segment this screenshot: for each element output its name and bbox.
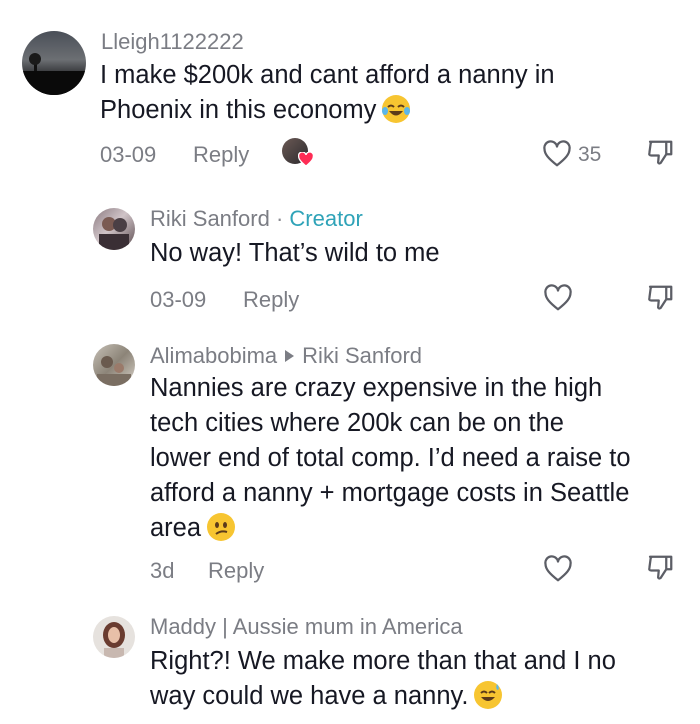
comment-text-line: afford a nanny + mortgage costs in Seatt… [150,479,630,507]
username[interactable]: Alimabobima [150,343,277,368]
username[interactable]: Maddy | Aussie mum in America [150,614,463,640]
comment-text-line: way could we have a nanny. [150,682,469,710]
like-count: 35 [578,143,602,166]
comment-text-line-with-emoji: way could we have a nanny. [150,679,690,714]
comment-text-line: tech cities where 200k can be on the [150,409,564,437]
comment-text-line-with-emoji: Phoenix in this economy [100,93,660,128]
reply-to-username[interactable]: Riki Sanford [302,343,422,368]
comment-text-line: Right?! We make more than that and I no [150,647,616,675]
comment-text-line: lower end of total comp. I’d need a rais… [150,444,631,472]
avatar[interactable] [93,616,135,658]
avatar-photo-icon [97,356,131,386]
reply-button[interactable]: Reply [193,142,249,168]
comment-text-line-with-emoji: area [150,511,690,546]
confused-face-emoji-icon [207,513,236,541]
comment-text-line: Nannies are crazy expensive in the high [150,374,603,402]
tears-of-joy-emoji-icon [382,95,411,123]
comment-date: 03-09 [100,142,157,167]
creator-liked-avatar [282,138,314,170]
username-row: Alimabobima Riki Sanford [150,343,422,369]
reply-arrow-icon [285,350,295,363]
like-heart-icon[interactable] [543,555,573,583]
like-heart-icon[interactable] [542,140,572,168]
username[interactable]: Lleigh1122222 [101,29,244,55]
username-row: Riki Sanford · Creator [150,206,363,232]
comment-date: 03-09 [150,287,207,312]
avatar[interactable] [22,31,86,95]
avatar-landscape-icon [22,53,86,95]
separator: · [275,206,284,231]
heart-filled-icon [298,152,314,167]
comment-text-line: area [150,514,202,542]
dislike-icon[interactable] [645,553,675,583]
comment-text-line: Phoenix in this economy [100,96,377,124]
avatar[interactable] [93,344,135,386]
comment-text: I make $200k and cant afford a nanny in … [100,58,660,128]
like-heart-icon[interactable] [543,284,573,312]
reply-button[interactable]: Reply [208,558,264,584]
avatar[interactable] [93,208,135,250]
comment-text: Nannies are crazy expensive in the high … [150,371,690,546]
grinning-sweat-emoji-icon [474,681,503,709]
username[interactable]: Riki Sanford [150,206,270,231]
avatar-photo-icon [103,622,125,658]
comment-date: 3d [150,558,175,583]
comment-text: No way! That’s wild to me [150,239,440,267]
avatar-photo-icon [99,217,129,250]
dislike-icon[interactable] [645,138,675,168]
dislike-icon[interactable] [645,283,675,313]
comment-text: Right?! We make more than that and I no … [150,644,690,714]
comment-text-line: I make $200k and cant afford a nanny in [100,61,555,89]
reply-button[interactable]: Reply [243,287,299,313]
creator-badge: Creator [289,206,363,231]
